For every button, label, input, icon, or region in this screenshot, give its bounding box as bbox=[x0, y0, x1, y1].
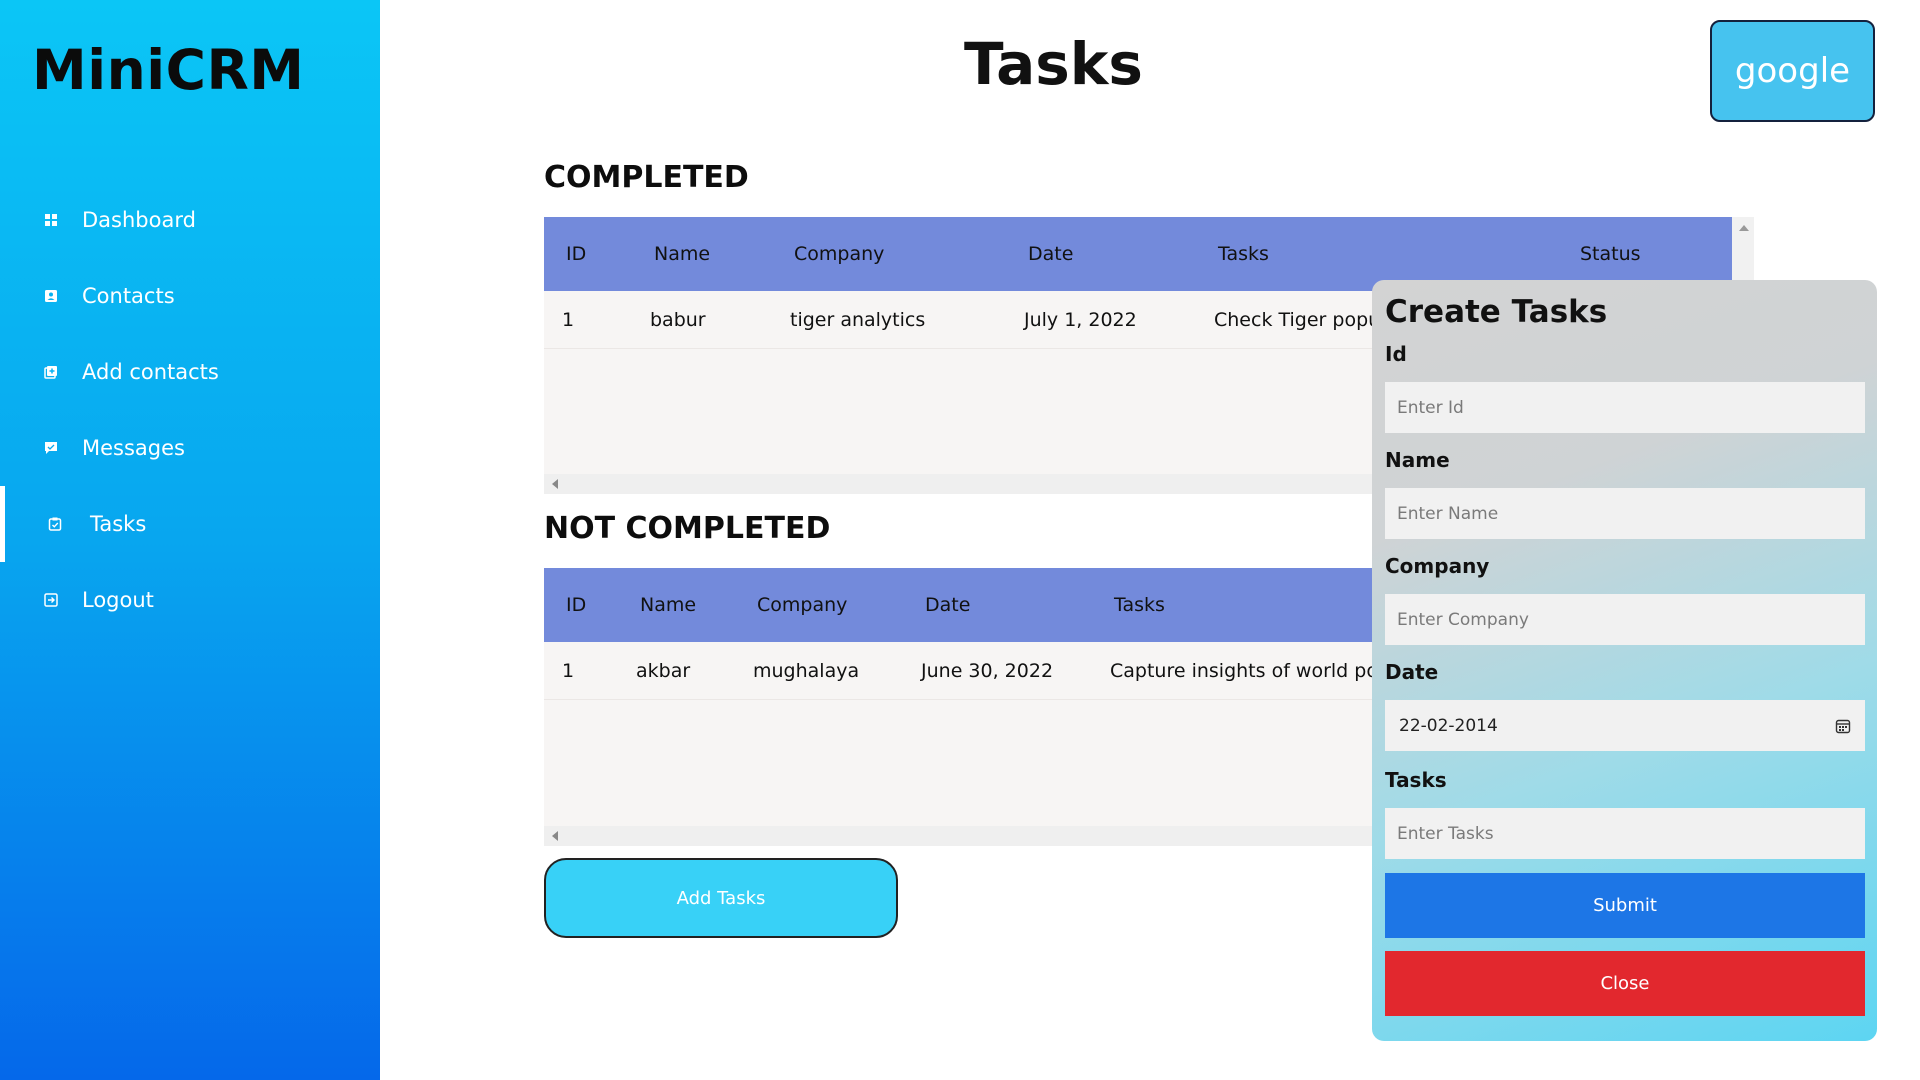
task-clipboard-icon bbox=[48, 517, 62, 531]
tasks-input[interactable] bbox=[1385, 808, 1865, 859]
cell-date: June 30, 2022 bbox=[921, 660, 1054, 682]
page-title: Tasks bbox=[964, 30, 1143, 98]
column-header-date: Date bbox=[925, 594, 971, 616]
column-header-id: ID bbox=[566, 594, 587, 616]
cell-name: akbar bbox=[636, 660, 691, 682]
logout-icon bbox=[44, 593, 58, 607]
column-header-status: Status bbox=[1580, 243, 1641, 265]
dashboard-icon bbox=[44, 213, 58, 227]
sidebar-item-tasks[interactable]: Tasks bbox=[0, 486, 380, 562]
sidebar: MiniCRM Dashboard Contacts Add contacts … bbox=[0, 0, 380, 1080]
submit-button[interactable]: Submit bbox=[1385, 873, 1865, 938]
add-contact-icon bbox=[44, 365, 58, 379]
create-tasks-modal: Create Tasks Id Name Company Date 22-02-… bbox=[1372, 280, 1877, 1041]
not-completed-section-title: NOT COMPLETED bbox=[544, 511, 831, 546]
id-label: Id bbox=[1385, 342, 1407, 366]
scroll-left-arrow-icon[interactable] bbox=[552, 479, 558, 489]
name-input[interactable] bbox=[1385, 488, 1865, 539]
id-input[interactable] bbox=[1385, 382, 1865, 433]
google-button[interactable]: google bbox=[1710, 20, 1875, 122]
sidebar-item-contacts[interactable]: Contacts bbox=[0, 258, 380, 334]
sidebar-item-dashboard[interactable]: Dashboard bbox=[0, 182, 380, 258]
column-header-name: Name bbox=[654, 243, 711, 265]
column-header-tasks: Tasks bbox=[1218, 243, 1269, 265]
sidebar-item-label: Add contacts bbox=[82, 360, 219, 384]
modal-title: Create Tasks bbox=[1385, 294, 1608, 330]
cell-date: July 1, 2022 bbox=[1024, 309, 1137, 331]
cell-task: Capture insights of world po bbox=[1110, 660, 1378, 682]
completed-section-title: COMPLETED bbox=[544, 160, 749, 195]
column-header-company: Company bbox=[794, 243, 885, 265]
company-input[interactable] bbox=[1385, 594, 1865, 645]
column-header-company: Company bbox=[757, 594, 848, 616]
cell-id: 1 bbox=[562, 309, 575, 331]
column-header-tasks: Tasks bbox=[1114, 594, 1165, 616]
cell-name: babur bbox=[650, 309, 706, 331]
scroll-left-arrow-icon[interactable] bbox=[552, 831, 558, 841]
tasks-label: Tasks bbox=[1385, 768, 1447, 792]
message-icon bbox=[44, 441, 58, 455]
cell-company: mughalaya bbox=[753, 660, 860, 682]
company-label: Company bbox=[1385, 554, 1490, 578]
sidebar-item-messages[interactable]: Messages bbox=[0, 410, 380, 486]
sidebar-item-label: Messages bbox=[82, 436, 185, 460]
column-header-id: ID bbox=[566, 243, 587, 265]
column-header-date: Date bbox=[1028, 243, 1074, 265]
sidebar-item-label: Tasks bbox=[90, 512, 147, 536]
close-button[interactable]: Close bbox=[1385, 951, 1865, 1016]
date-input[interactable]: 22-02-2014 bbox=[1385, 700, 1865, 751]
add-tasks-button[interactable]: Add Tasks bbox=[544, 858, 898, 938]
column-header-name: Name bbox=[640, 594, 697, 616]
scroll-up-arrow-icon[interactable] bbox=[1739, 225, 1749, 231]
sidebar-item-label: Dashboard bbox=[82, 208, 196, 232]
sidebar-item-label: Logout bbox=[82, 588, 154, 612]
sidebar-item-label: Contacts bbox=[82, 284, 175, 308]
contact-card-icon bbox=[44, 289, 58, 303]
brand-logo: MiniCRM bbox=[32, 38, 305, 102]
sidebar-item-add-contacts[interactable]: Add contacts bbox=[0, 334, 380, 410]
date-label: Date bbox=[1385, 660, 1439, 684]
sidebar-item-logout[interactable]: Logout bbox=[0, 562, 380, 638]
cell-company: tiger analytics bbox=[790, 309, 926, 331]
cell-id: 1 bbox=[562, 660, 575, 682]
sidebar-nav: Dashboard Contacts Add contacts Messages… bbox=[0, 182, 380, 638]
name-label: Name bbox=[1385, 448, 1450, 472]
calendar-icon[interactable] bbox=[1835, 718, 1851, 734]
cell-task: Check Tiger popu bbox=[1214, 309, 1381, 331]
date-value: 22-02-2014 bbox=[1399, 715, 1498, 736]
